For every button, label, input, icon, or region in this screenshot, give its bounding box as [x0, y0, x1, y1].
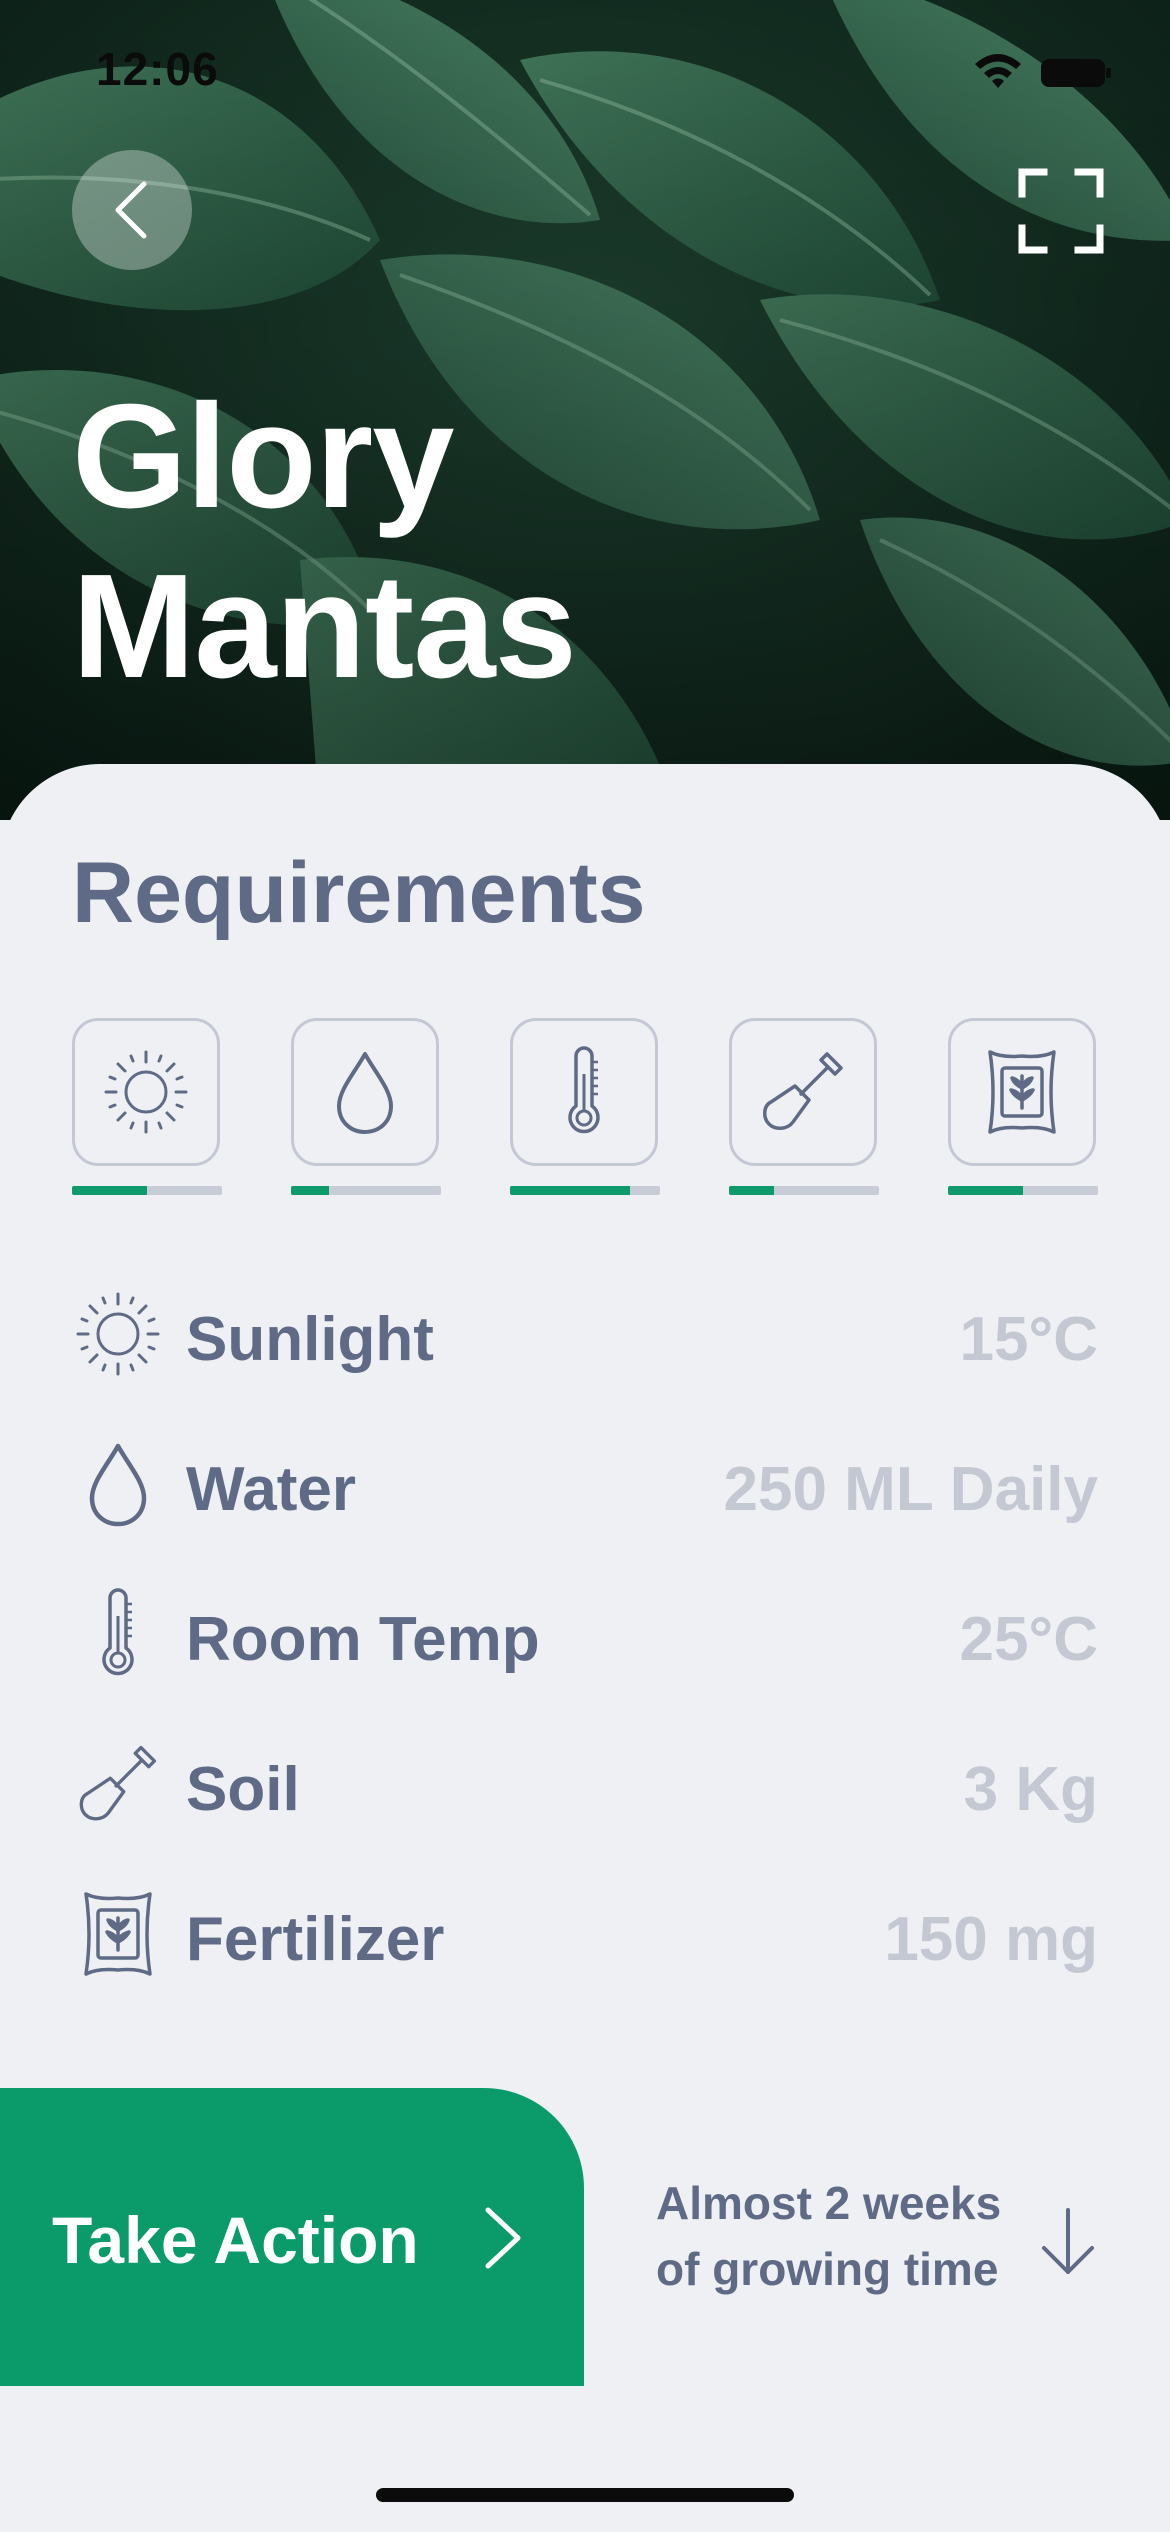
requirement-label: Fertilizer [186, 1905, 445, 1974]
progress-track-room-temp [510, 1186, 660, 1195]
plant-title: Glory Mantas [72, 372, 577, 712]
thermometer-icon [568, 1046, 600, 1134]
list-item-water: Water 250 ML Daily [72, 1434, 1098, 1534]
sun-icon [104, 1050, 188, 1134]
list-item-sunlight: Sunlight 15°C [72, 1284, 1098, 1384]
tile-room-temp[interactable] [510, 1018, 658, 1166]
list-item-soil: Soil 3 Kg [72, 1734, 1098, 1834]
progress-track-fertilizer [948, 1186, 1098, 1195]
fullscreen-icon[interactable] [1018, 168, 1104, 254]
requirement-value: 25°C [959, 1605, 1098, 1674]
water-drop-icon [337, 1052, 393, 1134]
wifi-icon [975, 54, 1021, 88]
battery-icon [1041, 59, 1111, 87]
status-bar: 12:06 [0, 0, 1170, 140]
requirement-tiles [72, 1018, 1098, 1198]
progress-fill-water [291, 1186, 329, 1195]
list-item-room-temp: Room Temp 25°C [72, 1584, 1098, 1684]
requirement-label: Water [186, 1455, 356, 1524]
requirement-label: Sunlight [186, 1305, 434, 1374]
fertilizer-bag-icon [72, 1884, 164, 1984]
tile-water[interactable] [291, 1018, 439, 1166]
progress-fill-fertilizer [948, 1186, 1023, 1195]
tile-sunlight[interactable] [72, 1018, 220, 1166]
hero-image: 12:06 Glory Mantas [0, 0, 1170, 820]
growing-time-text: Almost 2 weeks of growing time [656, 2170, 1001, 2302]
progress-fill-sunlight [72, 1186, 147, 1195]
progress-track-sunlight [72, 1186, 222, 1195]
tile-fertilizer[interactable] [948, 1018, 1096, 1166]
progress-track-soil [729, 1186, 879, 1195]
requirement-value: 150 mg [884, 1905, 1098, 1974]
progress-fill-room-temp [510, 1186, 630, 1195]
water-drop-icon [72, 1434, 164, 1534]
progress-fill-soil [729, 1186, 774, 1195]
requirement-label: Soil [186, 1755, 300, 1824]
requirement-value: 15°C [959, 1305, 1098, 1374]
tile-soil[interactable] [729, 1018, 877, 1166]
chevron-left-icon [115, 181, 147, 239]
shovel-icon [72, 1734, 164, 1834]
requirement-value: 3 Kg [963, 1755, 1098, 1824]
fertilizer-bag-icon [988, 1050, 1056, 1134]
shovel-icon [763, 1052, 843, 1130]
thermometer-icon [72, 1584, 164, 1684]
back-button[interactable] [72, 150, 192, 270]
growing-time-line2: of growing time [656, 2243, 999, 2295]
list-item-fertilizer: Fertilizer 150 mg [72, 1884, 1098, 1984]
growing-time-line1: Almost 2 weeks [656, 2177, 1002, 2229]
requirement-value: 250 ML Daily [723, 1455, 1098, 1524]
sun-icon [72, 1284, 164, 1384]
section-title: Requirements [72, 845, 646, 941]
take-action-button[interactable]: Take Action [0, 2088, 584, 2386]
progress-track-water [291, 1186, 441, 1195]
home-indicator [376, 2488, 794, 2502]
plant-title-line1: Glory [72, 374, 455, 539]
chevron-right-icon [485, 2207, 521, 2269]
requirement-label: Room Temp [186, 1605, 540, 1674]
status-time: 12:06 [96, 43, 219, 95]
arrow-down-icon[interactable] [1036, 2206, 1100, 2278]
plant-title-line2: Mantas [72, 544, 577, 709]
take-action-label: Take Action [52, 2203, 419, 2277]
